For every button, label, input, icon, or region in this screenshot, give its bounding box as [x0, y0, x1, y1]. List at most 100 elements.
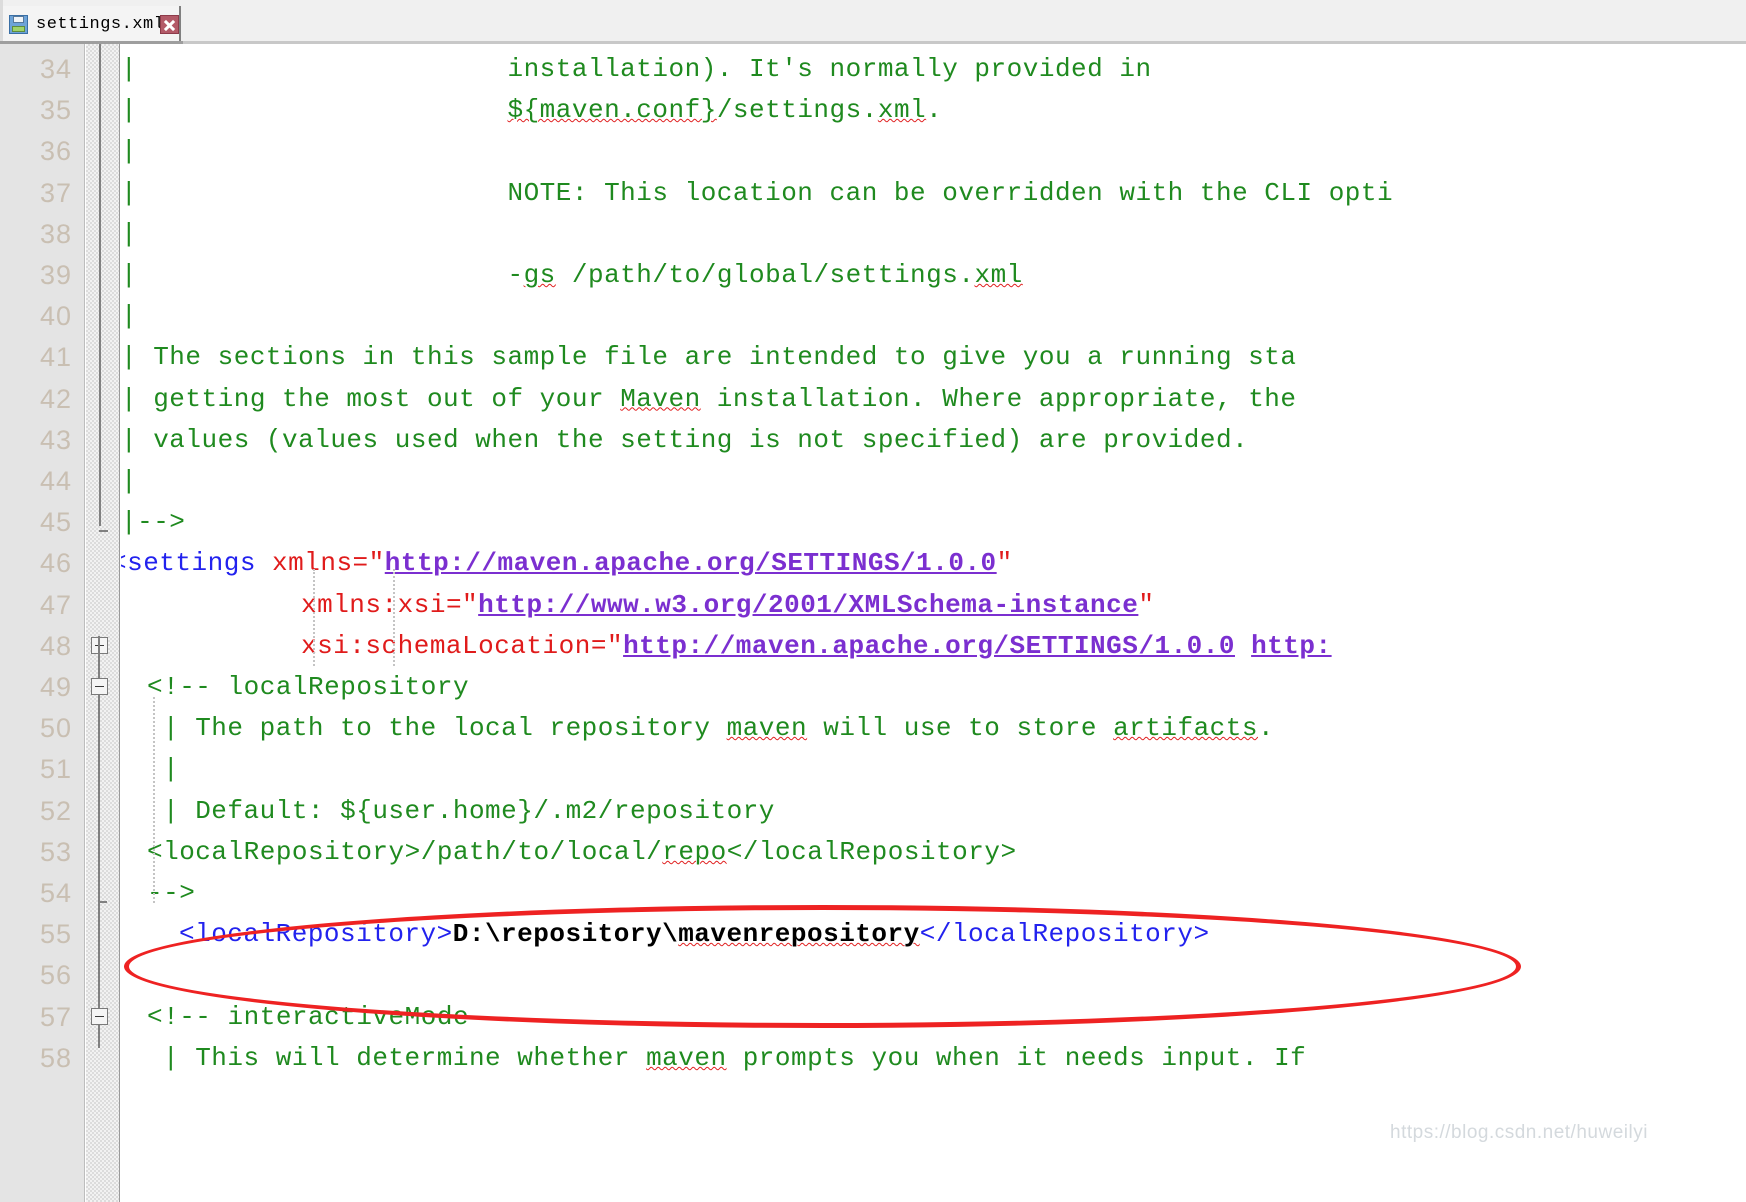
editor-tab-bar: settings.xml [0, 0, 1746, 44]
code-token: </localRepository> [919, 919, 1210, 950]
code-line[interactable]: | [121, 296, 137, 337]
code-token: mavenrepository [678, 919, 920, 950]
line-number: 46 [39, 548, 72, 579]
code-token: D:\repository\ [452, 919, 679, 950]
fold-collapse-icon[interactable] [91, 1007, 108, 1025]
code-line[interactable]: | Default: ${user.home}/.m2/repository [163, 791, 775, 832]
code-line[interactable]: | -gs /path/to/global/settings.xml [121, 255, 1023, 296]
code-token: http: [1251, 630, 1332, 661]
code-line[interactable]: | getting the most out of your Maven ins… [121, 379, 1297, 420]
code-text-area[interactable]: | installation). It's normally provided … [121, 44, 1746, 1202]
code-line[interactable]: <!-- localRepository [147, 667, 469, 708]
fold-region-end-tick [99, 530, 108, 533]
close-x-icon[interactable] [160, 14, 180, 34]
code-token: " [462, 589, 479, 620]
code-line[interactable]: | The sections in this sample file are i… [121, 337, 1297, 378]
line-number: 50 [39, 713, 72, 744]
code-token: </localRepository> [726, 836, 1017, 867]
code-token: | [121, 95, 508, 126]
code-token: | values (values used when the setting i… [121, 424, 1249, 455]
line-number: 57 [39, 1001, 72, 1032]
code-token: http://maven.apache.org/SETTINGS/1.0.0 [623, 630, 1235, 661]
code-token: = [590, 630, 607, 661]
code-token: installation. Where appropriate, the [700, 383, 1297, 414]
indent-guide [153, 697, 156, 903]
code-token: artifacts [1113, 713, 1258, 744]
code-token: | [121, 466, 138, 496]
code-line[interactable]: | The path to the local repository maven… [163, 708, 1274, 749]
line-number: 41 [39, 342, 72, 373]
code-token: | [163, 754, 180, 785]
fold-collapse-icon[interactable] [91, 678, 108, 695]
code-token: . [1258, 713, 1275, 744]
code-token: | The sections in this sample file are i… [121, 342, 1297, 373]
line-number: 35 [39, 95, 72, 126]
code-line[interactable]: <localRepository>/path/to/local/repo</lo… [147, 832, 1017, 873]
code-token: <!-- interactiveMode [147, 1001, 470, 1032]
code-token: | [121, 218, 138, 249]
line-number: 53 [39, 836, 72, 867]
watermark-text: https://blog.csdn.net/huweilyi [1390, 1122, 1648, 1143]
indent-guide [313, 569, 316, 666]
code-line[interactable]: | NOTE: This location can be overridden … [121, 173, 1393, 214]
code-line[interactable]: xmlns:xsi="http://www.w3.org/2001/XMLSch… [301, 585, 1154, 626]
code-token: xml [877, 95, 927, 126]
code-token: <!-- localRepository [147, 672, 470, 702]
line-number: 58 [39, 1042, 72, 1073]
code-token: = [445, 589, 463, 620]
tab-settings-xml[interactable]: settings.xml [3, 6, 182, 42]
line-number: 45 [39, 507, 72, 538]
editor-body: 34 35 36 37 38 39 40 41 42 43 44 45 46 47 48 49 50 51 52 53… [0, 44, 1746, 1202]
fold-region-line [99, 44, 101, 527]
line-number: 49 [39, 672, 72, 702]
line-number: 36 [39, 136, 72, 167]
code-line[interactable]: <localRepository>D:\repository\mavenrepo… [179, 914, 1210, 955]
line-number: 37 [39, 177, 72, 208]
code-token: xmlns:xsi [301, 589, 446, 620]
line-number: 44 [39, 466, 72, 496]
code-token: http://www.w3.org/2001/XMLSchema-instanc… [478, 589, 1139, 620]
line-number: 56 [39, 960, 72, 991]
line-number: 43 [39, 424, 72, 455]
code-line[interactable]: xsi:schemaLocation="http://maven.apache.… [301, 626, 1332, 667]
code-line[interactable]: | [121, 131, 137, 172]
code-line[interactable]: | [121, 214, 137, 255]
indent-guide [393, 569, 396, 666]
code-line[interactable]: <!-- interactiveMode [147, 997, 469, 1038]
code-line[interactable]: | [163, 749, 179, 790]
code-token: will use to store [807, 713, 1114, 744]
code-token: ${maven.conf} [507, 95, 717, 126]
code-token: " [368, 548, 385, 579]
line-number: 39 [39, 260, 72, 290]
line-number: 38 [39, 218, 72, 249]
code-token: <localRepository>/path/to/local/ [147, 836, 663, 867]
code-line[interactable]: | This will determine whether maven prom… [163, 1038, 1306, 1079]
code-token: prompts you when it needs input. If [726, 1042, 1307, 1073]
code-token: <settings [121, 548, 273, 579]
line-number: 51 [39, 754, 72, 785]
code-token: xml [974, 260, 1023, 290]
code-token: | The path to the local repository [163, 713, 727, 744]
code-line[interactable]: | values (values used when the setting i… [121, 420, 1248, 461]
code-token: | This will determine whether [163, 1042, 647, 1073]
code-token: | [121, 301, 138, 332]
floppy-disk-save-icon [9, 14, 28, 34]
line-number: 52 [39, 795, 72, 826]
xml-editor-window: settings.xml 34 35 36 37 38 39 40 41 42 43 44 45 46 4… [0, 0, 1746, 1202]
code-line[interactable]: |--> [121, 502, 185, 543]
code-line[interactable]: | ${maven.conf}/settings.xml. [121, 90, 942, 131]
code-line[interactable]: | [121, 461, 137, 502]
code-token: http://maven.apache.org/SETTINGS/1.0.0 [384, 548, 997, 579]
fold-region-end-tick [98, 901, 107, 903]
code-line[interactable]: <settings xmlns="http://maven.apache.org… [121, 543, 1013, 584]
code-line[interactable]: | installation). It's normally provided … [121, 49, 1152, 90]
fold-region-line [98, 635, 100, 1048]
code-token: | [121, 136, 138, 167]
line-number: 34 [39, 54, 72, 84]
line-number: 47 [39, 589, 72, 620]
code-token: Maven [620, 383, 701, 414]
code-token: | getting the most out of your [121, 383, 621, 414]
code-token: | - [121, 260, 524, 290]
tab-title-label: settings.xml [36, 14, 165, 34]
code-folding-strip[interactable] [86, 44, 120, 1202]
